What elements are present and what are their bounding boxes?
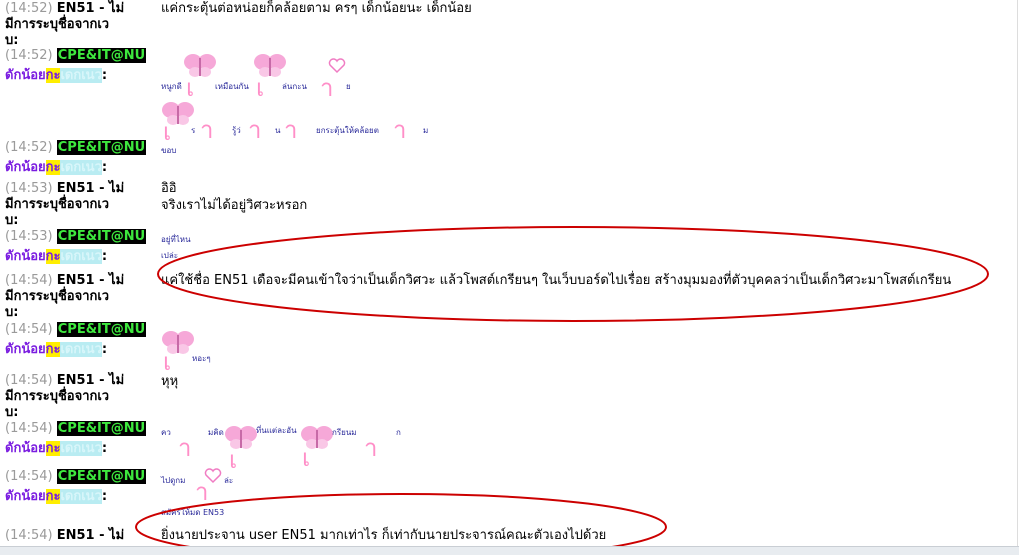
chat-log: (14:52) EN51 - ไม่ มีการระบุชื่อจากเว บ:…: [0, 0, 1019, 554]
annotation-ellipse: [157, 226, 989, 322]
window-edge: [1017, 0, 1018, 546]
annotation-ellipses: [135, 226, 989, 554]
annotation-ellipse: [135, 493, 667, 554]
